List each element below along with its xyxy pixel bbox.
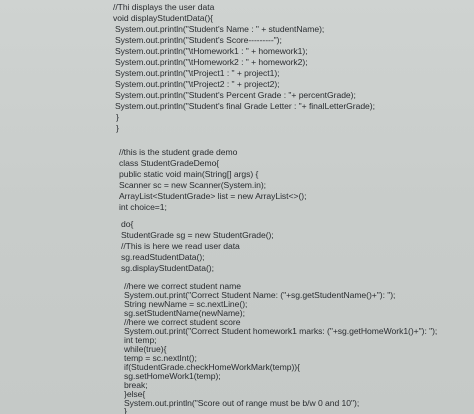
code-line: do{ [121, 219, 134, 229]
code-line: ArrayList<StudentGrade> list = new Array… [119, 191, 307, 201]
code-line: } [116, 112, 119, 122]
code-line: System.out.println("Student's Name : " +… [115, 24, 325, 34]
code-line: //This is here we read user data [121, 241, 240, 251]
code-line: sg.readStudentData(); [121, 252, 205, 262]
code-line: void displayStudentData(){ [113, 13, 213, 23]
code-line: System.out.println("\tProject1 : " + pro… [115, 68, 280, 78]
code-line: } [124, 406, 127, 414]
code-line: System.out.print("Correct Student homewo… [124, 326, 438, 336]
code-line: int choice=1; [119, 202, 167, 212]
code-line: //this is the student grade demo [119, 147, 238, 157]
code-line: public static void main(String[] args) { [119, 169, 259, 179]
code-line: StudentGrade sg = new StudentGrade(); [121, 230, 274, 240]
code-line: class StudentGradeDemo{ [119, 158, 220, 168]
code-line: System.out.println("Score out of range m… [124, 398, 360, 408]
code-line: System.out.println("Student's Percent Gr… [115, 90, 356, 100]
code-line: Scanner sc = new Scanner(System.in); [119, 180, 266, 190]
code-line: System.out.println("\tHomework1 : " + ho… [115, 46, 308, 56]
code-line: sg.displayStudentData(); [121, 263, 214, 273]
code-line: System.out.println("Student's final Grad… [115, 101, 375, 111]
code-line: } [116, 123, 119, 133]
code-document: //Thi displays the user data void displa… [0, 0, 474, 414]
code-line: //Thi displays the user data [113, 2, 215, 12]
code-line: System.out.println("\tProject2 : " + pro… [115, 79, 280, 89]
code-line: System.out.println("Student's Score-----… [115, 35, 282, 45]
code-line: System.out.println("\tHomework2 : " + ho… [115, 57, 308, 67]
